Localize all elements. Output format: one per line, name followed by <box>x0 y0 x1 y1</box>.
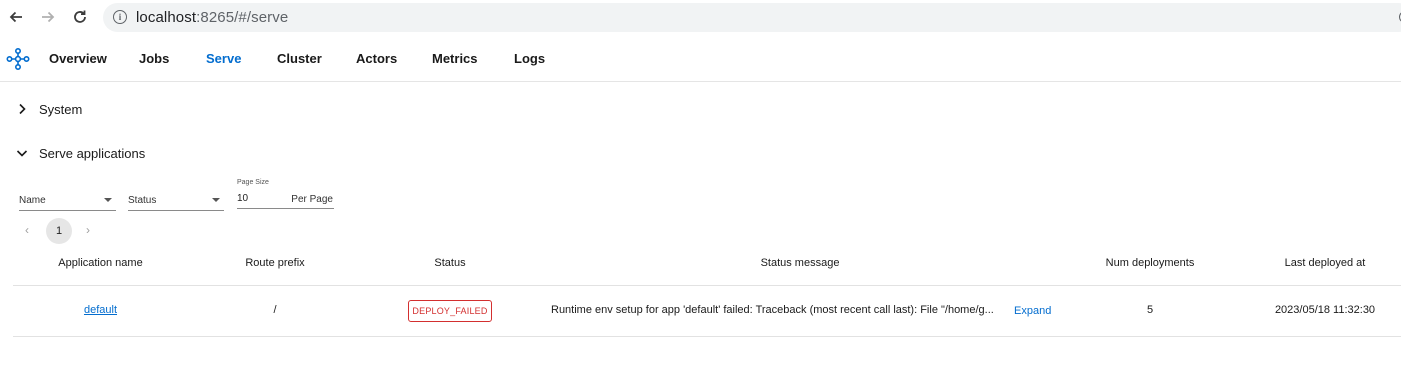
page-1-button[interactable]: 1 <box>46 218 72 244</box>
table-header-divider <box>13 285 1401 286</box>
url-path: :8265/#/serve <box>196 9 289 26</box>
system-section-header[interactable]: System <box>14 101 82 117</box>
column-header-status-message: Status message <box>760 257 840 269</box>
tab-serve[interactable]: Serve <box>206 51 241 66</box>
name-filter-select[interactable]: Name <box>19 189 116 211</box>
forward-button[interactable] <box>37 6 59 28</box>
column-header-num-deployments: Num deployments <box>1105 257 1195 269</box>
caret-down-icon <box>104 198 112 202</box>
url-host: localhost <box>136 9 197 26</box>
num-deployments-cell: 5 <box>1146 304 1154 316</box>
tab-logs[interactable]: Logs <box>514 51 545 66</box>
arrow-right-icon <box>42 11 55 23</box>
table-row-divider <box>13 336 1401 337</box>
chevron-right-icon <box>19 103 26 115</box>
tab-cluster[interactable]: Cluster <box>277 51 322 66</box>
serve-applications-section-header[interactable]: Serve applications <box>14 145 145 161</box>
column-header-application-name: Application name <box>58 257 143 269</box>
info-icon[interactable]: i <box>113 10 127 24</box>
tab-jobs[interactable]: Jobs <box>139 51 169 66</box>
reload-button[interactable] <box>69 6 91 28</box>
name-filter-label: Name <box>19 195 46 206</box>
status-filter-select[interactable]: Status <box>128 189 224 211</box>
status-badge: DEPLOY_FAILED <box>408 300 492 322</box>
page-size-label: Page Size <box>237 179 269 186</box>
status-message-cell: Runtime env setup for app 'default' fail… <box>551 304 994 316</box>
reload-icon <box>74 10 86 23</box>
last-deployed-at-cell: 2023/05/18 11:32:30 <box>1274 304 1376 316</box>
tab-actors[interactable]: Actors <box>356 51 397 66</box>
column-header-last-deployed-at: Last deployed at <box>1284 257 1366 269</box>
ray-logo-icon[interactable] <box>6 47 30 71</box>
arrow-left-icon <box>9 11 22 23</box>
page-size-value: 10 <box>237 193 249 204</box>
application-name-link[interactable]: default <box>60 304 141 316</box>
address-bar[interactable]: i localhost:8265/#/serve <box>103 3 1401 32</box>
browser-toolbar: i localhost:8265/#/serve <box>0 0 1401 36</box>
tab-overview[interactable]: Overview <box>49 51 107 66</box>
back-button[interactable] <box>5 6 27 28</box>
expand-status-message-button[interactable]: Expand <box>1014 305 1051 317</box>
caret-down-icon <box>212 198 220 202</box>
status-filter-label: Status <box>128 195 157 206</box>
page-size-unit: Per Page <box>291 194 333 205</box>
column-header-status: Status <box>434 257 466 269</box>
url-text[interactable]: localhost:8265/#/serve <box>136 9 288 26</box>
serve-applications-title: Serve applications <box>39 145 146 161</box>
column-header-route-prefix: Route prefix <box>245 257 305 269</box>
tab-metrics[interactable]: Metrics <box>432 51 478 66</box>
system-section-title: System <box>39 101 83 117</box>
next-page-button[interactable]: › <box>86 223 90 237</box>
prev-page-button[interactable]: ‹ <box>25 223 29 237</box>
route-prefix-cell: / <box>273 304 277 316</box>
app-header: Overview Jobs Serve Cluster Actors Metri… <box>0 36 1401 82</box>
chevron-down-icon <box>16 150 28 157</box>
page-size-input[interactable]: 10 Per Page <box>237 189 334 209</box>
